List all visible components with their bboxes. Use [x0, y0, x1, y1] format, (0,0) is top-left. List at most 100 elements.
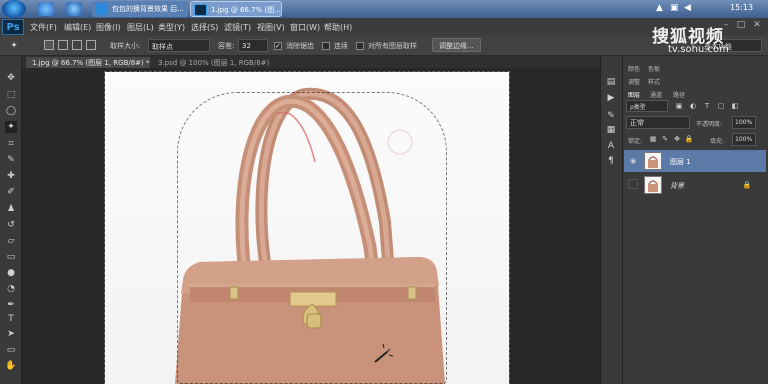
- actions-panel-icon[interactable]: ▶: [605, 92, 617, 104]
- menu-view[interactable]: 视图(V): [257, 22, 285, 33]
- anti-alias-checkbox[interactable]: ✓: [274, 42, 282, 50]
- layer-name: 背景: [670, 182, 684, 190]
- clone-stamp-icon[interactable]: ♟: [5, 203, 17, 215]
- refine-edge-button[interactable]: 调整边缘...: [432, 38, 481, 52]
- taskbar-task-label: 包包的换背景效果 后...: [112, 5, 184, 13]
- contiguous-checkbox[interactable]: [322, 42, 330, 50]
- lock-pixels-icon[interactable]: ✎: [660, 133, 670, 143]
- menu-filter[interactable]: 滤镜(T): [224, 22, 251, 33]
- gradient-tool-icon[interactable]: ▭: [5, 251, 17, 263]
- menu-window[interactable]: 窗口(W): [290, 22, 320, 33]
- maximize-icon[interactable]: □: [735, 19, 747, 31]
- new-selection-icon[interactable]: [44, 40, 54, 50]
- opacity-input[interactable]: 100%: [732, 116, 756, 129]
- visibility-eye-icon[interactable]: ◉: [628, 155, 638, 165]
- healing-brush-icon[interactable]: ✚: [5, 170, 17, 182]
- blend-mode-select[interactable]: 正常: [626, 116, 690, 129]
- menu-help[interactable]: 帮助(H): [324, 22, 352, 33]
- clone-source-icon[interactable]: ▦: [605, 124, 617, 136]
- lock-all-icon[interactable]: 🔒: [684, 133, 694, 143]
- path-selection-icon[interactable]: ➤: [5, 328, 17, 340]
- start-button[interactable]: [2, 0, 26, 18]
- tab-paths[interactable]: 路径: [673, 90, 685, 99]
- magic-wand-tool-icon[interactable]: ✦: [5, 121, 17, 133]
- taskbar-task-label: 1.jpg @ 66.7% (图...: [211, 6, 281, 14]
- tab-color[interactable]: 颜色: [628, 64, 640, 73]
- brush-panel-icon[interactable]: ✎: [605, 110, 617, 122]
- handbag-thumbnail: [648, 156, 658, 168]
- crop-tool-icon[interactable]: ⌗: [5, 138, 17, 150]
- handbag-thumbnail: [648, 180, 658, 192]
- tab-swatches[interactable]: 色板: [648, 64, 660, 73]
- document-canvas[interactable]: [104, 71, 510, 384]
- tray-clock: 15:13: [730, 3, 754, 12]
- menu-select[interactable]: 选择(S): [191, 22, 218, 33]
- menu-type[interactable]: 类型(Y): [158, 22, 185, 33]
- shape-tool-icon[interactable]: ▭: [5, 344, 17, 356]
- menu-edit[interactable]: 编辑(E): [64, 22, 91, 33]
- move-tool-icon[interactable]: ✥: [5, 72, 17, 84]
- marquee-tool-icon[interactable]: ⬚: [5, 89, 17, 101]
- sample-size-select[interactable]: 取样点: [148, 39, 210, 52]
- watermark-url: tv.sohu.com: [668, 44, 729, 55]
- character-panel-icon[interactable]: A: [605, 140, 617, 152]
- magic-wand-preset-icon[interactable]: ✦: [8, 40, 20, 52]
- intersect-selection-icon[interactable]: [86, 40, 96, 50]
- tab-channels[interactable]: 通道: [650, 90, 662, 99]
- blur-tool-icon[interactable]: ●: [5, 267, 17, 279]
- filter-pixel-icon[interactable]: ▣: [674, 100, 684, 110]
- filter-adjust-icon[interactable]: ◐: [688, 100, 698, 110]
- taskbar-task-browser[interactable]: 包包的换背景效果 后...: [92, 1, 188, 17]
- paragraph-panel-icon[interactable]: ¶: [605, 155, 617, 167]
- taskbar-task-photoshop[interactable]: 1.jpg @ 66.7% (图...: [190, 1, 282, 17]
- filter-shape-icon[interactable]: ▢: [716, 100, 726, 110]
- menu-image[interactable]: 图像(I): [96, 22, 121, 33]
- lock-transparency-icon[interactable]: ▦: [648, 133, 658, 143]
- tab-adjustments[interactable]: 调整: [628, 77, 640, 86]
- menu-file[interactable]: 文件(F): [30, 22, 57, 33]
- lasso-tool-icon[interactable]: ◯: [5, 105, 17, 117]
- pen-tool-icon[interactable]: ✒: [5, 299, 17, 311]
- fill-label: 填充:: [710, 138, 725, 145]
- history-panel-icon[interactable]: ▤: [605, 76, 617, 88]
- menu-layer[interactable]: 图层(L): [127, 22, 154, 33]
- tray-network-icon[interactable]: ▣: [670, 3, 679, 13]
- filter-smart-icon[interactable]: ◧: [730, 100, 740, 110]
- tab-styles[interactable]: 样式: [648, 77, 660, 86]
- add-selection-icon[interactable]: [58, 40, 68, 50]
- sample-all-layers-checkbox[interactable]: [356, 42, 364, 50]
- layer-filter-select[interactable]: ρ类型: [626, 100, 668, 112]
- subtract-selection-icon[interactable]: [72, 40, 82, 50]
- layer-row-selected[interactable]: ◉ 图层 1: [624, 150, 766, 172]
- ie-icon[interactable]: [66, 2, 82, 16]
- history-brush-icon[interactable]: ↺: [5, 219, 17, 231]
- layer-name: 图层 1: [670, 158, 691, 166]
- document-tab[interactable]: 3.psd @ 100% (图层 1, RGB/8#): [152, 57, 270, 68]
- hand-tool-icon[interactable]: ✋: [5, 360, 17, 372]
- dodge-tool-icon[interactable]: ◔: [5, 283, 17, 295]
- fill-input[interactable]: 100%: [732, 133, 756, 146]
- browser-task-icon: [95, 3, 108, 15]
- brush-tool-icon[interactable]: ✐: [5, 186, 17, 198]
- tolerance-label: 容差:: [218, 42, 235, 50]
- lock-position-icon[interactable]: ✥: [672, 133, 682, 143]
- tolerance-input[interactable]: 32: [238, 39, 268, 52]
- photoshop-logo: Ps: [2, 19, 24, 35]
- document-tab-active[interactable]: 1.jpg @ 66.7% (图层 1, RGB/8#) *: [26, 57, 150, 68]
- eyedropper-tool-icon[interactable]: ✎: [5, 154, 17, 166]
- sample-size-label: 取样大小:: [110, 42, 141, 50]
- tab-layers[interactable]: 图层: [628, 90, 640, 99]
- photoshop-task-icon: [194, 4, 207, 16]
- layer-lock-icon: 🔒: [742, 181, 752, 189]
- anti-alias-label: 消除锯齿: [286, 42, 314, 50]
- contiguous-label: 连续: [334, 42, 348, 50]
- tray-volume-icon[interactable]: ◀: [684, 3, 691, 13]
- eraser-tool-icon[interactable]: ▱: [5, 235, 17, 247]
- visibility-eye-off-icon[interactable]: [628, 179, 638, 189]
- browser-icon[interactable]: [38, 2, 54, 16]
- type-tool-icon[interactable]: T: [5, 313, 17, 325]
- filter-type-icon[interactable]: T: [702, 100, 712, 110]
- close-icon[interactable]: ✕: [751, 19, 763, 31]
- layer-row[interactable]: 背景 🔒: [624, 174, 766, 196]
- tray-up-arrow-icon[interactable]: ▲: [656, 3, 663, 13]
